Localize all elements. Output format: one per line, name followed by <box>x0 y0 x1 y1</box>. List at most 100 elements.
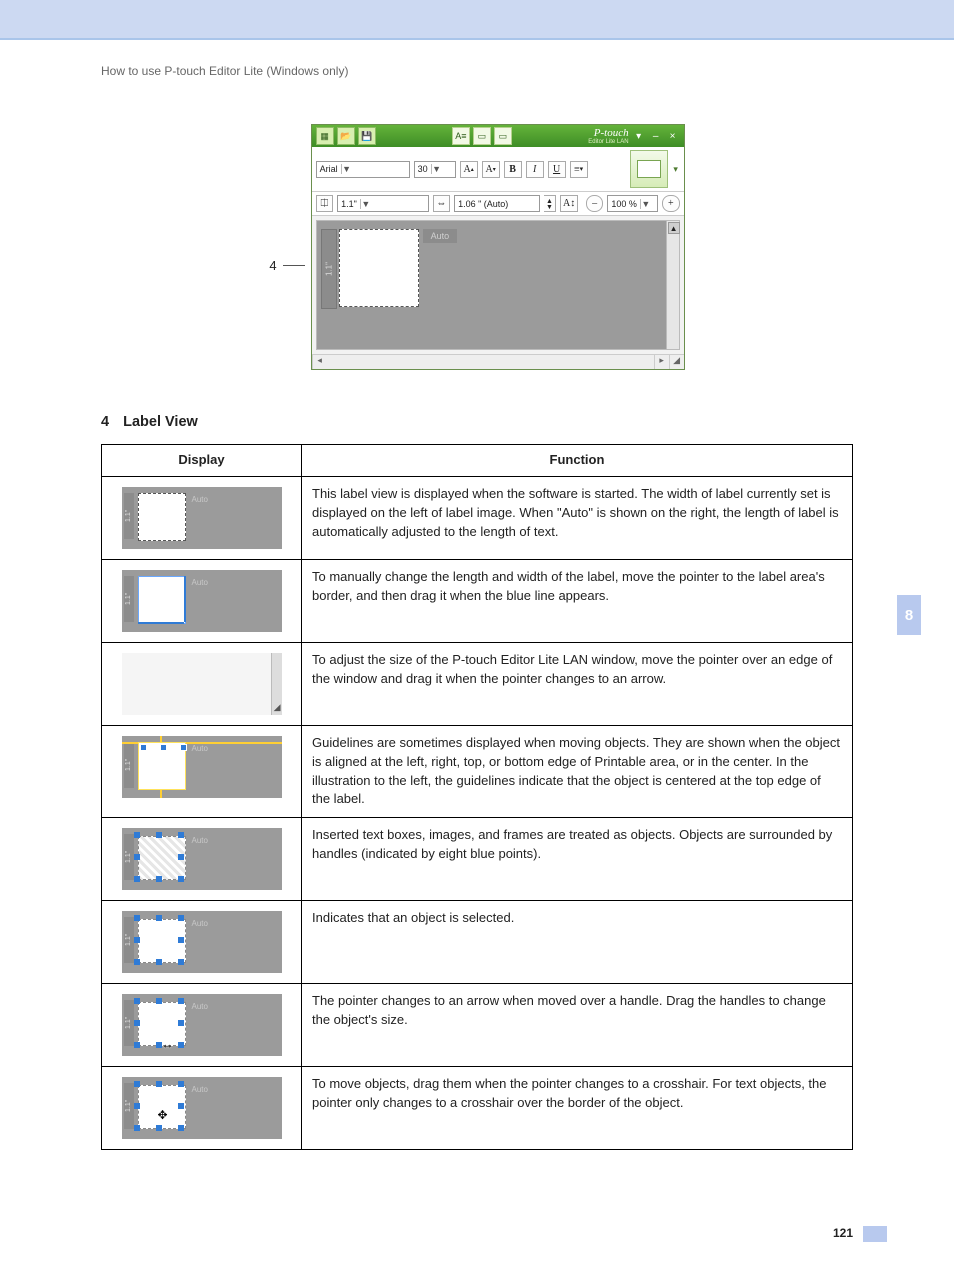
handle-dot <box>178 1081 184 1087</box>
thumb-resize-window: ◢ <box>122 653 282 715</box>
thumb-ruler: 1.1" <box>124 834 134 880</box>
thumb-ruler: 1.1" <box>124 1000 134 1046</box>
stepper-icon[interactable]: ▲▼ <box>544 195 557 212</box>
thumb-ruler: 1.1" <box>124 917 134 963</box>
handle-dot <box>156 1125 162 1131</box>
function-text: The pointer changes to an arrow when mov… <box>302 984 853 1067</box>
tape-length-icon[interactable]: ⇔ <box>433 195 451 212</box>
thumb-default-view: 1.1" Auto <box>122 487 282 549</box>
orientation-icon[interactable]: A↕ <box>560 195 578 212</box>
page-number: 121 <box>833 1226 853 1240</box>
function-text: Guidelines are sometimes displayed when … <box>302 725 853 817</box>
save-icon[interactable]: 💾 <box>358 127 376 145</box>
handle-dot <box>156 959 162 965</box>
thumb-guidelines: 1.1" Auto <box>122 736 282 798</box>
handle-dot <box>156 832 162 838</box>
tape-length-value: 1.06 " (Auto) <box>458 199 508 209</box>
thumb-ruler: 1.1" <box>124 1083 134 1129</box>
callout-number: 4 <box>269 258 304 273</box>
print-panel[interactable] <box>630 150 668 188</box>
handle-dot <box>178 1042 184 1048</box>
vertical-scrollbar[interactable]: ▲ <box>666 221 679 349</box>
tape-width-icon[interactable]: ⎅ <box>316 195 334 212</box>
handle-dot <box>134 1020 140 1026</box>
table-row: 1.1" Auto Guidelines are sometimes displ… <box>102 725 853 817</box>
handle-dot <box>178 959 184 965</box>
label-canvas[interactable]: 1.1" Auto ▲ <box>316 220 680 350</box>
handle-dot <box>156 876 162 882</box>
decrease-font-icon[interactable]: A▾ <box>482 161 500 178</box>
zoom-out-icon[interactable]: – <box>586 195 604 212</box>
font-name-select[interactable]: Arial▼ <box>316 161 410 178</box>
thumb-move-object: 1.1" ✥ Auto <box>122 1077 282 1139</box>
thumb-ruler: 1.1" <box>124 493 134 539</box>
font-size-select[interactable]: 30▼ <box>414 161 456 178</box>
thumb-auto-tag: Auto <box>188 742 212 756</box>
title-bar: ▦ 📂 💾 A≡ ▭ ▭ P-touch Editor Lite LAN ▾ – <box>312 125 684 147</box>
section-title: Label View <box>123 414 198 430</box>
app-logo-sub: Editor Lite LAN <box>588 139 628 145</box>
vertical-ruler: 1.1" <box>321 229 337 309</box>
chevron-down-icon[interactable]: ▼ <box>431 164 442 174</box>
chevron-down-icon[interactable]: ▼ <box>341 164 352 174</box>
resize-grip-icon[interactable]: ◢ <box>669 355 684 369</box>
handle-dot <box>178 937 184 943</box>
thumb-resize-handle: 1.1" ↔ Auto <box>122 994 282 1056</box>
close-icon[interactable]: × <box>666 129 680 143</box>
chevron-down-icon[interactable]: ▼ <box>360 199 371 209</box>
handle-dot <box>178 1125 184 1131</box>
chevron-down-icon[interactable]: ▼ <box>640 199 651 209</box>
align-button[interactable]: ≡▾ <box>570 161 588 178</box>
thumb-ruler: 1.1" <box>124 576 134 622</box>
thumb-object-selected: 1.1" Auto <box>122 911 282 973</box>
zoom-value: 100 % <box>611 199 637 209</box>
thumb-auto-tag: Auto <box>188 576 212 590</box>
minimize-icon[interactable]: – <box>649 129 663 143</box>
thumb-auto-tag: Auto <box>188 917 212 931</box>
table-row: 1.1" Auto This label view is displayed w… <box>102 476 853 559</box>
italic-button[interactable]: I <box>526 161 544 178</box>
underline-button[interactable]: U <box>548 161 566 178</box>
scroll-right-icon[interactable]: ▸ <box>654 355 669 369</box>
menu-dropdown-icon[interactable]: ▾ <box>632 129 646 143</box>
handle-dot <box>178 876 184 882</box>
label-view-table: Display Function 1.1" Auto This label vi… <box>101 444 853 1150</box>
tape-length-select[interactable]: 1.06 " (Auto) <box>454 195 540 212</box>
label-outline[interactable] <box>339 229 419 307</box>
new-icon[interactable]: ▦ <box>316 127 334 145</box>
table-row: 1.1" Auto To manually change the length … <box>102 559 853 642</box>
font-toolbar: Arial▼ 30▼ A▴ A▾ B I U ≡▾ ▾ <box>312 147 684 192</box>
chevron-down-icon[interactable]: ▾ <box>672 164 680 175</box>
frame-icon[interactable]: ▭ <box>494 127 512 145</box>
open-icon[interactable]: 📂 <box>337 127 355 145</box>
handle-dot <box>178 854 184 860</box>
table-row: 1.1" ↔ Auto The pointer changes to an ar… <box>102 984 853 1067</box>
handle-dot <box>134 1103 140 1109</box>
bold-button[interactable]: B <box>504 161 522 178</box>
move-cursor-icon: ✥ <box>158 1107 168 1124</box>
image-icon[interactable]: ▭ <box>473 127 491 145</box>
handle-dot <box>178 1020 184 1026</box>
function-text: To move objects, drag them when the poin… <box>302 1067 853 1150</box>
textframe-icon[interactable]: A≡ <box>452 127 470 145</box>
thumb-object-handles: 1.1" Auto <box>122 828 282 890</box>
handle-dot <box>156 1081 162 1087</box>
increase-font-icon[interactable]: A▴ <box>460 161 478 178</box>
handle-dot <box>134 915 140 921</box>
zoom-select[interactable]: 100 %▼ <box>607 195 658 212</box>
horizontal-scrollbar[interactable]: ◂ ▸ ◢ <box>312 354 684 369</box>
thumb-label-box <box>138 576 186 624</box>
table-row: 1.1" Auto Indicates that an object is se… <box>102 901 853 984</box>
auto-length-tag: Auto <box>423 229 458 243</box>
handle-dot <box>160 744 167 751</box>
col-function-header: Function <box>302 445 853 477</box>
app-logo: P-touch <box>588 128 628 139</box>
tape-width-select[interactable]: 1.1"▼ <box>337 195 428 212</box>
function-text: Indicates that an object is selected. <box>302 901 853 984</box>
scroll-up-icon[interactable]: ▲ <box>668 222 680 234</box>
handle-dot <box>180 744 187 751</box>
zoom-in-icon[interactable]: + <box>662 195 680 212</box>
handle-dot <box>134 998 140 1004</box>
function-text: To adjust the size of the P-touch Editor… <box>302 642 853 725</box>
scroll-left-icon[interactable]: ◂ <box>312 355 327 369</box>
